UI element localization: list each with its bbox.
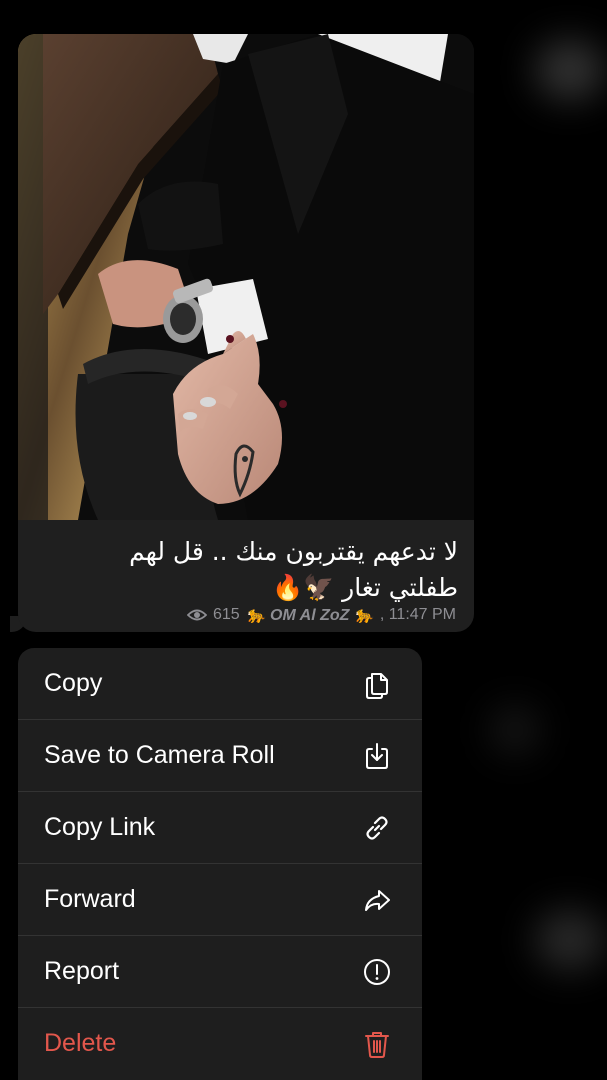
menu-item-forward[interactable]: Forward — [18, 864, 422, 936]
message-photo[interactable] — [18, 34, 474, 520]
copy-icon — [360, 667, 394, 701]
message-time: , 11:47 PM — [379, 606, 456, 623]
chat-screen: لا تدعهم يقتربون منك .. قل لهم طفلتي تغا… — [0, 0, 607, 1080]
author-signature: 🐆 OM Al ZoZ 🐆 — [245, 607, 374, 624]
report-icon — [360, 955, 394, 989]
view-count: 615 — [212, 606, 240, 623]
eye-icon — [186, 609, 207, 621]
menu-item-delete[interactable]: Delete — [18, 1008, 422, 1079]
message-caption: لا تدعهم يقتربون منك .. قل لهم طفلتي تغا… — [28, 534, 458, 606]
menu-item-save-to-camera-roll[interactable]: Save to Camera Roll — [18, 720, 422, 792]
menu-item-label: Save to Camera Roll — [44, 741, 275, 769]
caption-line: طفلتي تغار 🦅🔥 — [271, 573, 458, 602]
message-bubble[interactable]: لا تدعهم يقتربون منك .. قل لهم طفلتي تغا… — [18, 34, 474, 632]
menu-item-label: Copy Link — [44, 813, 156, 841]
background-blur — [490, 705, 540, 755]
download-icon — [360, 739, 394, 773]
forward-icon — [360, 883, 394, 917]
menu-item-label: Delete — [44, 1029, 117, 1057]
trash-icon — [360, 1027, 394, 1061]
menu-item-label: Report — [44, 957, 120, 985]
menu-item-copy-link[interactable]: Copy Link — [18, 792, 422, 864]
menu-item-label: Copy — [44, 669, 103, 697]
photo-illustration — [18, 34, 474, 520]
background-blur — [535, 910, 605, 970]
menu-item-label: Forward — [44, 885, 136, 913]
menu-item-copy[interactable]: Copy — [18, 648, 422, 720]
caption-line: لا تدعهم يقتربون منك .. قل لهم — [129, 537, 458, 566]
context-menu: Copy Save to Camera Roll Copy Link Forwa… — [18, 648, 422, 1080]
background-blur — [535, 40, 605, 100]
message-meta: 615 🐆 OM Al ZoZ 🐆 , 11:47 PM — [186, 604, 456, 626]
link-icon — [360, 811, 394, 845]
menu-item-report[interactable]: Report — [18, 936, 422, 1008]
